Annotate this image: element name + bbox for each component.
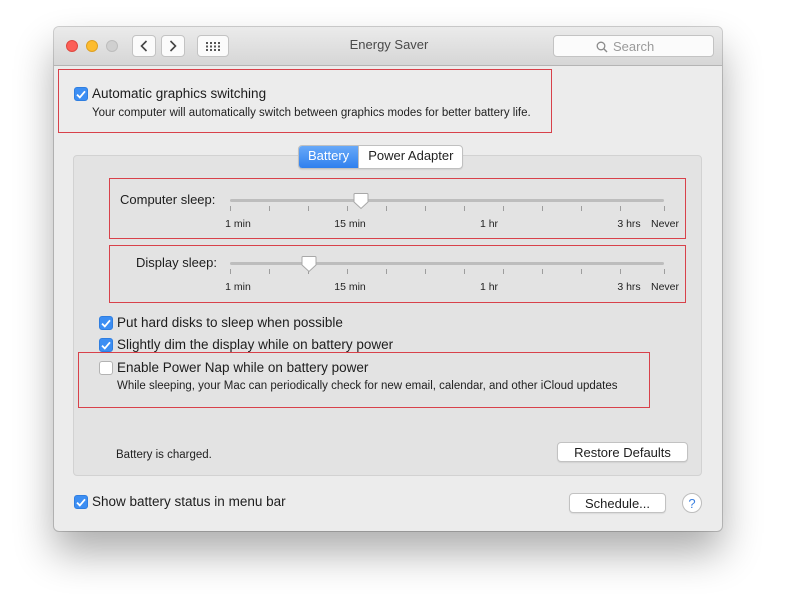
- slider-tick: [464, 269, 465, 274]
- slider-tick: [503, 206, 504, 211]
- slider-tick: [664, 269, 665, 274]
- power-nap-checkbox[interactable]: [99, 361, 113, 375]
- slider-tick: [230, 269, 231, 274]
- restore-defaults-button[interactable]: Restore Defaults: [557, 442, 688, 462]
- slider-tick-label: 15 min: [334, 218, 366, 230]
- slider-tick-label: 1 hr: [479, 218, 499, 230]
- slider-tick: [347, 269, 348, 274]
- slider-tick-label: Never: [650, 218, 680, 230]
- hard-disk-sleep-label: Put hard disks to sleep when possible: [117, 315, 343, 330]
- slider-tick: [386, 206, 387, 211]
- tab-battery[interactable]: Battery: [299, 146, 359, 168]
- dim-display-label: Slightly dim the display while on batter…: [117, 337, 394, 352]
- search-field[interactable]: Search: [553, 35, 714, 57]
- zoom-button[interactable]: [106, 40, 118, 52]
- checkmark-icon: [101, 319, 111, 328]
- slider-thumb[interactable]: [353, 192, 369, 210]
- slider-tick: [581, 206, 582, 211]
- checkmark-icon: [76, 90, 86, 99]
- graphics-switching-checkbox[interactable]: [74, 87, 88, 101]
- search-placeholder: Search: [613, 39, 655, 54]
- power-nap-description: While sleeping, your Mac can periodicall…: [117, 380, 618, 392]
- power-nap-label: Enable Power Nap while on battery power: [117, 360, 369, 375]
- hard-disk-sleep-checkbox[interactable]: [99, 316, 113, 330]
- energy-saver-window: Energy Saver Search Automatic graphics s…: [54, 27, 722, 531]
- window-title: Energy Saver: [349, 37, 429, 52]
- help-button[interactable]: ?: [682, 493, 702, 513]
- highlight-box-graphics: [58, 69, 552, 133]
- search-icon: [596, 41, 608, 52]
- computer-sleep-label: Computer sleep:: [120, 192, 216, 207]
- slider-track[interactable]: [230, 262, 664, 265]
- highlight-box-computer-sleep: [109, 178, 686, 239]
- slider-tick-label: Never: [650, 281, 680, 293]
- dim-display-checkbox[interactable]: [99, 338, 113, 352]
- back-button[interactable]: [132, 35, 156, 57]
- show-battery-status-label: Show battery status in menu bar: [92, 494, 286, 509]
- slider-tick: [386, 269, 387, 274]
- slider-tick-label: 1 min: [225, 218, 251, 230]
- slider-tick: [620, 206, 621, 211]
- highlight-box-display-sleep: [109, 245, 686, 303]
- slider-tick: [269, 206, 270, 211]
- slider-tick-label: 3 hrs: [617, 218, 641, 230]
- checkmark-icon: [76, 498, 86, 507]
- slider-tick: [425, 206, 426, 211]
- graphics-switching-label: Automatic graphics switching: [92, 86, 267, 101]
- slider-tick: [308, 206, 309, 211]
- grid-icon: [206, 41, 220, 51]
- forward-button[interactable]: [161, 35, 185, 57]
- slider-tick-label: 1 hr: [479, 281, 499, 293]
- slider-tick-label: 15 min: [334, 281, 366, 293]
- slider-tick: [464, 206, 465, 211]
- minimize-button[interactable]: [86, 40, 98, 52]
- tab-power-adapter[interactable]: Power Adapter: [358, 146, 462, 168]
- close-button[interactable]: [66, 40, 78, 52]
- checkmark-icon: [101, 341, 111, 350]
- graphics-switching-description: Your computer will automatically switch …: [92, 107, 531, 119]
- slider-tick: [269, 269, 270, 274]
- tab-selector: Battery Power Adapter: [298, 145, 464, 169]
- slider-tick: [230, 206, 231, 211]
- display-sleep-label: Display sleep:: [136, 255, 217, 270]
- slider-track[interactable]: [230, 199, 664, 202]
- battery-status-text: Battery is charged.: [116, 449, 212, 461]
- slider-tick: [542, 269, 543, 274]
- title-bar: Energy Saver Search: [54, 27, 722, 66]
- slider-tick: [347, 206, 348, 211]
- slider-tick: [581, 269, 582, 274]
- slider-tick-label: 1 min: [225, 281, 251, 293]
- slider-tick: [542, 206, 543, 211]
- slider-tick: [503, 269, 504, 274]
- back-chevron-icon: [140, 40, 148, 52]
- slider-thumb[interactable]: [301, 255, 317, 273]
- forward-chevron-icon: [169, 40, 177, 52]
- slider-tick: [620, 269, 621, 274]
- show-battery-status-checkbox[interactable]: [74, 495, 88, 509]
- slider-tick: [664, 206, 665, 211]
- show-all-button[interactable]: [197, 35, 229, 57]
- schedule-button[interactable]: Schedule...: [569, 493, 666, 513]
- slider-tick: [425, 269, 426, 274]
- slider-tick-label: 3 hrs: [617, 281, 641, 293]
